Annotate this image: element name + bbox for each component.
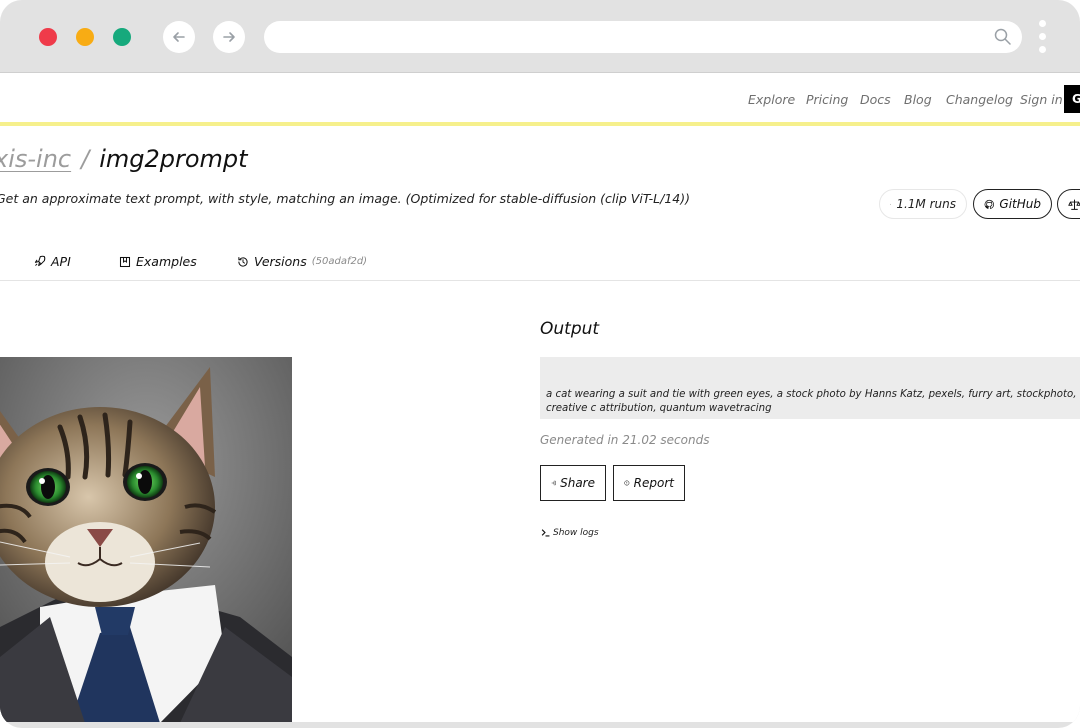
report-label: Report: [633, 476, 674, 490]
nav-docs[interactable]: Docs: [860, 92, 891, 107]
top-nav: Explore Pricing Docs Blog Changelog Sign…: [0, 73, 1080, 123]
share-icon: [551, 480, 556, 486]
arrow-right-icon: [223, 32, 235, 42]
page-viewport: Explore Pricing Docs Blog Changelog Sign…: [0, 72, 1080, 722]
scale-icon: [1068, 199, 1080, 210]
maximize-window-dot[interactable]: [113, 28, 131, 46]
generation-time: Generated in 21.02 seconds: [540, 433, 710, 447]
tab-versions-label: Versions: [254, 254, 307, 269]
back-button[interactable]: [163, 21, 195, 53]
page-title: xis-inc / img2prompt: [0, 145, 248, 173]
report-button[interactable]: Report: [613, 465, 685, 501]
forward-button[interactable]: [213, 21, 245, 53]
alert-circle-icon: [624, 480, 630, 486]
history-icon: [238, 256, 248, 267]
license-button[interactable]: [1057, 189, 1080, 219]
tab-examples[interactable]: Examples: [119, 254, 197, 269]
nav-explore[interactable]: Explore: [748, 92, 795, 107]
show-logs-label: Show logs: [553, 528, 599, 538]
show-logs-toggle[interactable]: Show logs: [541, 528, 599, 538]
browser-menu-icon[interactable]: [1039, 20, 1047, 54]
terminal-icon: [541, 529, 550, 537]
output-text-box: a cat wearing a suit and tie with green …: [540, 357, 1080, 419]
model-owner-link[interactable]: xis-inc: [0, 145, 71, 173]
nav-pricing[interactable]: Pricing: [806, 92, 848, 107]
cat-in-suit-photo: [0, 357, 292, 722]
nav-blog[interactable]: Blog: [904, 92, 932, 107]
runs-count: 1.1M runs: [896, 197, 956, 211]
nav-sign-in[interactable]: Sign in: [1020, 92, 1063, 107]
output-text: a cat wearing a suit and tie with green …: [546, 389, 1077, 414]
rocket-icon: [890, 203, 892, 205]
rocket-icon: [34, 255, 46, 267]
version-id: (50adaf2d): [311, 256, 368, 267]
input-image: [0, 357, 292, 722]
address-bar[interactable]: [264, 21, 1022, 53]
accent-divider: [0, 122, 1080, 126]
minimize-window-dot[interactable]: [76, 28, 94, 46]
github-icon: [984, 199, 994, 209]
model-tabs: API Examples Versions (50adaf2d): [0, 243, 1080, 281]
browser-chrome: [0, 0, 1080, 72]
arrow-left-icon: [173, 32, 185, 42]
output-heading: Output: [540, 319, 600, 339]
model-description: Get an approximate text prompt, with sty…: [0, 191, 691, 206]
tab-api[interactable]: API: [33, 254, 71, 269]
tab-api-label: API: [51, 254, 71, 269]
browser-window: Explore Pricing Docs Blog Changelog Sign…: [0, 0, 1080, 728]
tab-examples-label: Examples: [136, 254, 197, 269]
runs-badge: 1.1M runs: [879, 189, 967, 219]
get-started-button[interactable]: G: [1064, 85, 1080, 113]
github-label: GitHub: [999, 197, 1041, 211]
search-icon: [994, 28, 1011, 45]
tab-versions[interactable]: Versions (50adaf2d): [237, 254, 367, 269]
nav-changelog[interactable]: Changelog: [946, 92, 1013, 107]
model-name: img2prompt: [99, 145, 248, 173]
bookmark-icon: [119, 256, 131, 267]
share-button[interactable]: Share: [540, 465, 606, 501]
title-separator: /: [81, 145, 90, 173]
close-window-dot[interactable]: [39, 28, 57, 46]
github-button[interactable]: GitHub: [973, 189, 1052, 219]
share-label: Share: [560, 476, 595, 490]
